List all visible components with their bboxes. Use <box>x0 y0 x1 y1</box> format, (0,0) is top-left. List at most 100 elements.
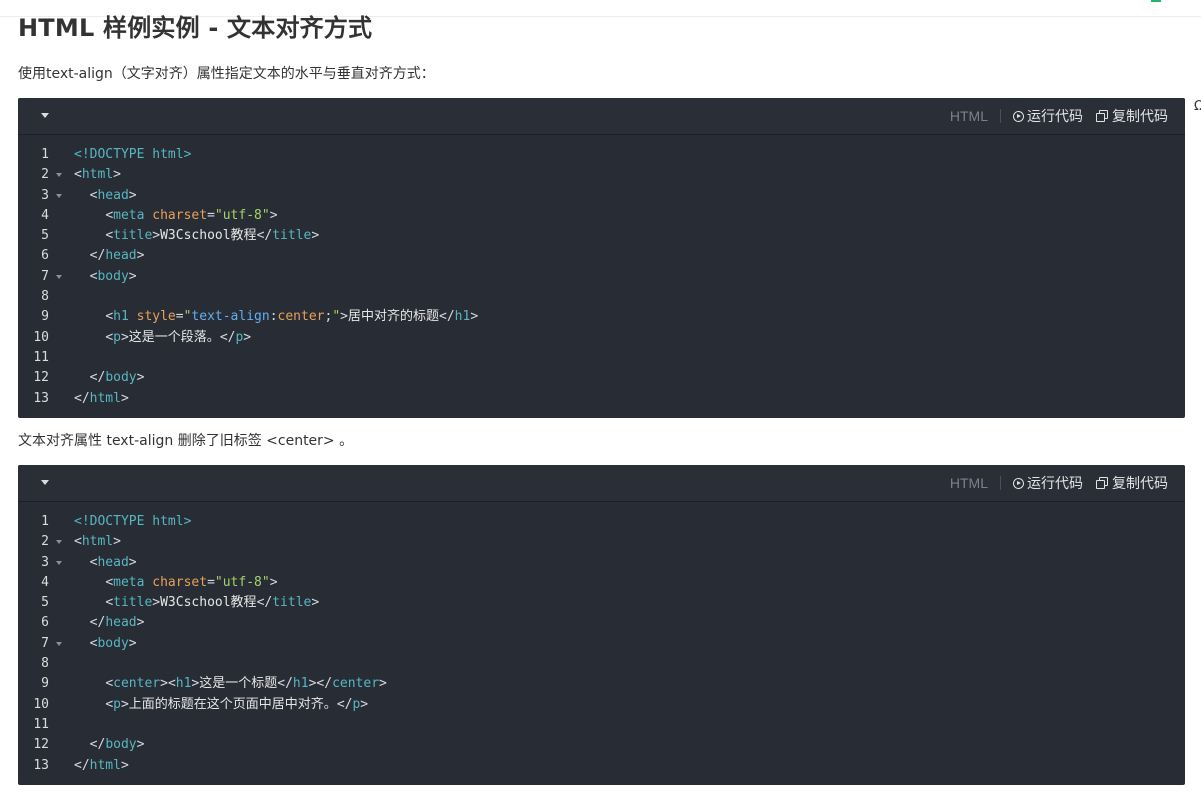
code-token: < <box>105 595 114 611</box>
code-line: 7 <body> <box>18 634 1185 654</box>
code-token: > <box>360 696 369 712</box>
chevron-down-icon[interactable] <box>41 113 49 118</box>
code-text: <body> <box>74 634 137 654</box>
line-number: 3 <box>41 187 49 203</box>
code-token: </ <box>89 615 106 631</box>
code-token: head <box>105 248 137 264</box>
code-token: head <box>97 554 129 570</box>
fold-caret-icon[interactable] <box>56 274 62 279</box>
code-line: 8 <box>18 287 1185 307</box>
code-text: <p>这是一个段落。</p> <box>74 328 251 348</box>
code-token: title <box>113 228 153 244</box>
code-token: h1 <box>175 676 192 692</box>
code-line: 2 <html> <box>18 532 1185 552</box>
code-token: < <box>105 228 114 244</box>
code-line: 5 <title>W3Cschool教程</title> <box>18 593 1185 613</box>
play-circle-icon <box>1013 110 1024 122</box>
code-text: <title>W3Cschool教程</title> <box>74 226 319 246</box>
fold-caret-icon[interactable] <box>56 560 62 565</box>
code-body[interactable]: 1 <!DOCTYPE html> 2 <html> 3 <head> 4 <meta cha… <box>18 502 1185 776</box>
line-number: 11 <box>33 349 49 365</box>
code-token: < <box>105 696 114 712</box>
run-code-button[interactable]: 运行代码 <box>1013 473 1083 493</box>
code-token: head <box>105 615 137 631</box>
code-token: 居中对齐的标题 <box>347 309 439 325</box>
code-token: p <box>113 329 121 345</box>
code-token: center <box>332 676 380 692</box>
play-circle-icon <box>1013 477 1024 489</box>
code-body[interactable]: 1 <!DOCTYPE html> 2 <html> 3 <head> 4 <meta cha… <box>18 135 1185 409</box>
code-token: > <box>243 329 252 345</box>
line-number: 11 <box>33 716 49 732</box>
code-token: </ <box>74 390 90 406</box>
code-token: > <box>120 696 129 712</box>
fold-caret-icon[interactable] <box>56 173 62 178</box>
code-token: h1 <box>113 309 129 325</box>
code-line: 6 </head> <box>18 246 1185 266</box>
code-token: html <box>89 757 121 773</box>
code-text: <p>上面的标题在这个页面中居中对齐。</p> <box>74 695 368 715</box>
code-token: > <box>136 248 145 264</box>
copy-code-button[interactable]: 复制代码 <box>1096 473 1168 493</box>
code-token: W3Cschool教程 <box>160 595 257 611</box>
code-line: 6 </head> <box>18 613 1185 633</box>
code-token: < <box>167 676 176 692</box>
line-number: 9 <box>41 676 49 692</box>
code-token: meta <box>113 574 145 590</box>
code-text: <center><h1>这是一个标题</h1></center> <box>74 674 387 694</box>
fold-caret-icon[interactable] <box>56 193 62 198</box>
code-token: > <box>128 635 137 651</box>
code-token: </ <box>74 757 90 773</box>
line-number: 12 <box>33 370 49 386</box>
code-token: < <box>105 574 114 590</box>
code-token: head <box>97 187 129 203</box>
chevron-down-icon[interactable] <box>41 480 49 485</box>
code-token: p <box>113 696 121 712</box>
language-label: HTML <box>949 108 988 124</box>
line-number: 5 <box>41 228 49 244</box>
code-token: <!DOCTYPE html> <box>74 514 192 529</box>
line-number: 10 <box>33 696 49 712</box>
code-token: > <box>120 329 129 345</box>
code-text: </head> <box>74 613 145 633</box>
copy-code-button[interactable]: 复制代码 <box>1096 106 1168 126</box>
code-text: <!DOCTYPE html> <box>74 145 191 165</box>
code-text: </html> <box>74 389 129 409</box>
line-number: 7 <box>41 635 49 651</box>
code-token: </ <box>256 595 273 611</box>
code-token: body <box>97 635 129 651</box>
code-line: 10 <p>这是一个段落。</p> <box>18 328 1185 348</box>
line-number: 8 <box>41 289 49 305</box>
code-line: 12 </body> <box>18 368 1185 388</box>
code-token: < <box>74 534 82 550</box>
fold-caret-icon[interactable] <box>56 540 62 545</box>
code-token: </ <box>89 737 106 753</box>
run-code-label: 运行代码 <box>1027 109 1083 125</box>
code-line: 4 <meta charset="utf-8"> <box>18 573 1185 593</box>
code-line: 3 <head> <box>18 186 1185 206</box>
run-code-button[interactable]: 运行代码 <box>1013 106 1083 126</box>
line-number: 5 <box>41 595 49 611</box>
code-line: 11 <box>18 348 1185 368</box>
copy-code-label: 复制代码 <box>1112 109 1168 125</box>
toolbar-divider <box>1000 109 1001 123</box>
run-code-label: 运行代码 <box>1027 476 1083 492</box>
edge-icon[interactable]: Ω <box>1194 100 1201 114</box>
code-line: 7 <body> <box>18 267 1185 287</box>
code-text: <meta charset="utf-8"> <box>74 206 277 226</box>
line-number: 4 <box>41 574 49 590</box>
line-number: 2 <box>41 534 49 550</box>
code-token: 这是一个段落。 <box>128 329 220 345</box>
code-text: <title>W3Cschool教程</title> <box>74 593 319 613</box>
code-line: 13 </html> <box>18 389 1185 409</box>
line-number: 12 <box>33 737 49 753</box>
code-token: body <box>105 370 137 386</box>
code-token: : <box>269 309 278 325</box>
fold-caret-icon[interactable] <box>56 641 62 646</box>
line-number: 6 <box>41 248 49 264</box>
line-number: 2 <box>41 167 49 183</box>
page-title: HTML 样例实例 - 文本对齐方式 <box>18 14 373 42</box>
code-token: < <box>105 309 114 325</box>
line-number: 13 <box>33 757 49 773</box>
line-number: 13 <box>33 390 49 406</box>
